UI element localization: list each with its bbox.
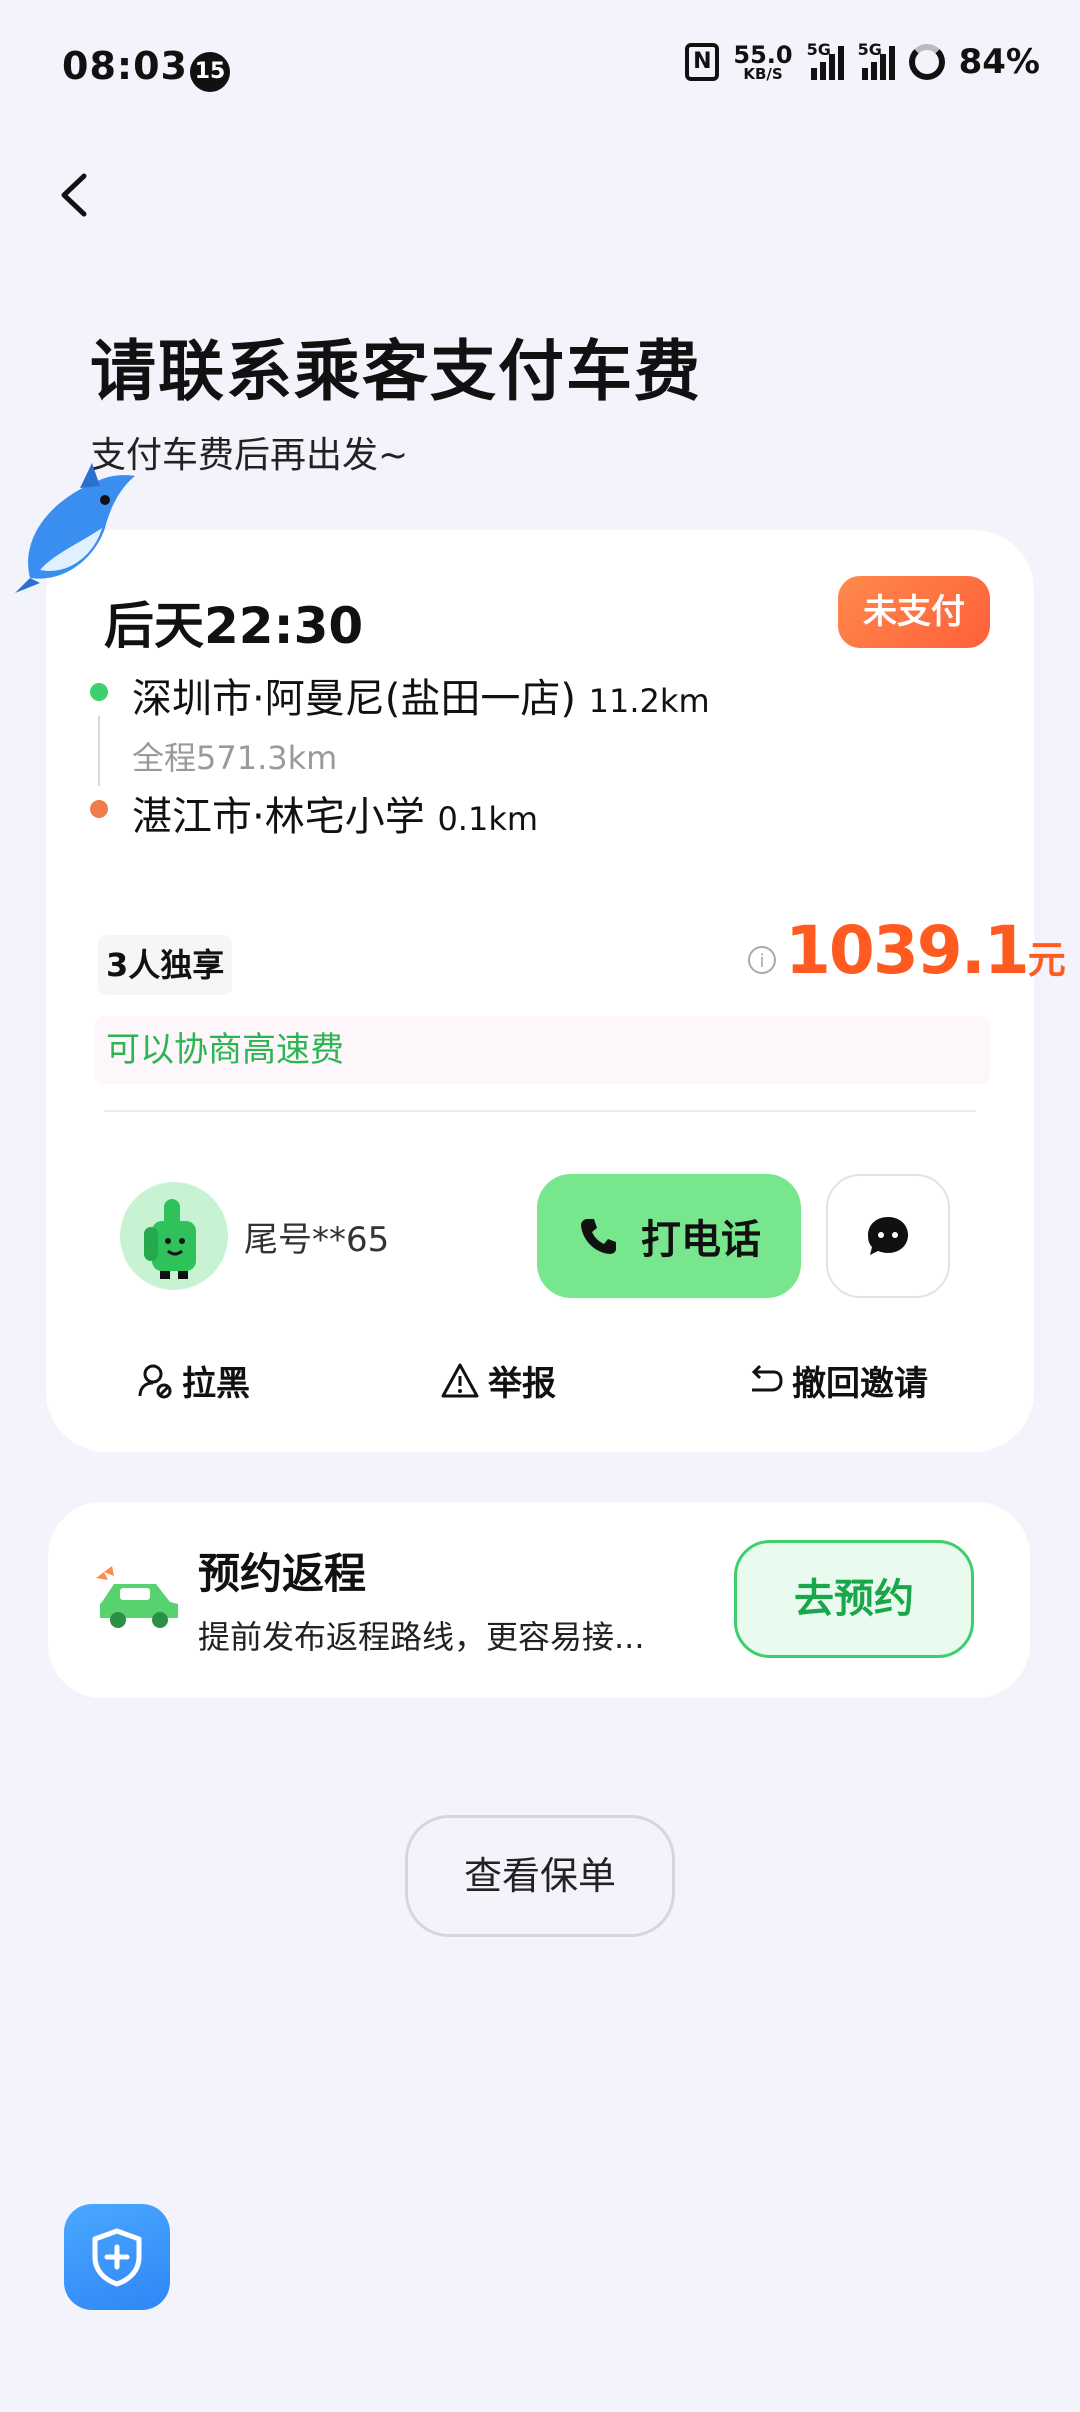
signal-icon: 5G bbox=[807, 40, 844, 80]
back-button[interactable] bbox=[52, 170, 102, 220]
net-speed-value: 55.0 bbox=[733, 40, 793, 69]
shark-mascot-icon bbox=[10, 458, 140, 598]
battery-level: 84% bbox=[958, 42, 1040, 82]
return-trip-desc: 提前发布返程路线，更容易接... bbox=[198, 1618, 645, 1656]
undo-icon bbox=[751, 1364, 783, 1391]
chevron-left-icon bbox=[61, 173, 87, 217]
revoke-label: 撤回邀请 bbox=[792, 1364, 928, 1404]
return-trip-title: 预约返程 bbox=[198, 1549, 367, 1598]
view-policy-button[interactable]: 查看保单 bbox=[405, 1815, 675, 1937]
revoke-invite-action[interactable]: 撤回邀请 bbox=[746, 1356, 928, 1405]
signal-type-label: 5G bbox=[806, 40, 831, 59]
block-user-icon bbox=[138, 1364, 172, 1398]
thumbs-up-avatar-icon bbox=[144, 1199, 196, 1279]
signal-icon-2: 5G bbox=[858, 40, 895, 80]
origin-dot-icon bbox=[90, 683, 108, 701]
payment-status-badge: 未支付 bbox=[838, 576, 990, 648]
destination-distance: 0.1km bbox=[437, 800, 539, 838]
nfc-icon: N bbox=[685, 43, 720, 81]
notification-count-badge: 15 bbox=[190, 52, 230, 92]
destination-name: 湛江市·林宅小学 bbox=[132, 794, 425, 840]
phone-icon bbox=[581, 1219, 616, 1254]
passenger-phone-tail: 尾号**65 bbox=[244, 1220, 390, 1260]
battery-icon bbox=[908, 44, 945, 80]
warning-icon bbox=[441, 1363, 479, 1397]
origin-distance: 11.2km bbox=[588, 682, 710, 720]
block-label: 拉黑 bbox=[182, 1364, 250, 1404]
destination-address: 湛江市·林宅小学 0.1km bbox=[132, 784, 538, 842]
safety-button[interactable] bbox=[64, 2204, 170, 2310]
ride-type-tag: 3人独享 bbox=[98, 935, 233, 995]
report-action[interactable]: 举报 bbox=[440, 1356, 556, 1405]
net-speed-unit: KB/S bbox=[743, 64, 783, 83]
block-action[interactable]: 拉黑 bbox=[136, 1356, 250, 1405]
passenger-avatar[interactable] bbox=[120, 1182, 228, 1290]
divider bbox=[104, 1110, 976, 1112]
departure-time: 后天22:30 bbox=[104, 597, 364, 655]
call-button-label: 打电话 bbox=[641, 1217, 761, 1263]
shield-icon bbox=[92, 2228, 142, 2287]
origin-address: 深圳市·阿曼尼(盐田一店) 11.2km bbox=[132, 666, 710, 724]
price-value: 1039.1 bbox=[785, 912, 1030, 989]
toll-note: 可以协商高速费 bbox=[94, 1016, 990, 1084]
call-button[interactable]: 打电话 bbox=[537, 1174, 801, 1298]
book-return-button[interactable]: 去预约 bbox=[734, 1540, 974, 1658]
destination-dot-icon bbox=[90, 800, 108, 818]
status-time: 08:03 bbox=[62, 44, 188, 88]
info-icon[interactable]: i bbox=[748, 946, 776, 974]
total-distance: 全程571.3km bbox=[132, 739, 338, 777]
message-button[interactable] bbox=[826, 1174, 950, 1298]
net-speed: 55.0 KB/S bbox=[733, 43, 792, 82]
route-line bbox=[98, 716, 100, 786]
car-icon bbox=[94, 1562, 184, 1632]
page-title: 请联系乘客支付车费 bbox=[90, 333, 702, 410]
report-label: 举报 bbox=[488, 1364, 556, 1404]
status-icons: N 55.0 KB/S 5G 5G 84% bbox=[685, 40, 1040, 82]
signal-type-label-2: 5G bbox=[857, 40, 882, 59]
origin-name: 深圳市·阿曼尼(盐田一店) bbox=[132, 676, 576, 722]
chat-bubble-icon bbox=[868, 1217, 908, 1255]
price-unit: 元 bbox=[1027, 938, 1066, 982]
price: 1039.1元 bbox=[785, 912, 1066, 989]
